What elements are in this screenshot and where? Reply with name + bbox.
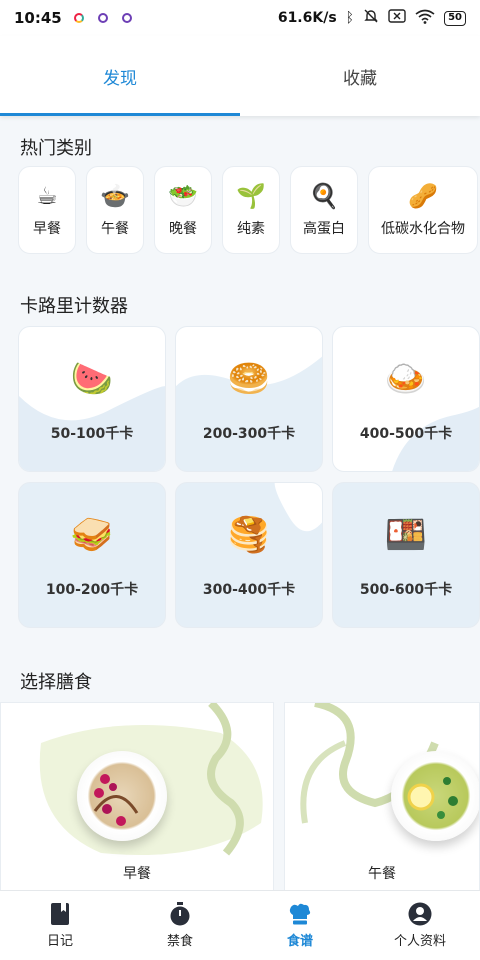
nav-label: 食谱 xyxy=(286,934,313,949)
top-tabs: 发现 收藏 xyxy=(0,36,480,116)
discover-content: 热门类别 ☕ 早餐 🍲 午餐 🥗 晚餐 🌱 纯素 🍳 高蛋白 🥜 低碳水化合物 … xyxy=(0,116,480,890)
meal-card-breakfast[interactable]: 早餐 xyxy=(0,702,274,890)
watermelon-icon: 🍉 xyxy=(70,359,114,399)
app-notification-icon xyxy=(73,13,84,23)
calorie-counter-title: 卡路里计数器 xyxy=(20,296,128,317)
nav-label: 日记 xyxy=(46,934,73,949)
calorie-card-500-600[interactable]: 🍱 500-600千卡 xyxy=(332,482,480,628)
calorie-range-label: 300-400千卡 xyxy=(202,582,296,598)
category-dinner[interactable]: 🥗 晚餐 xyxy=(154,166,212,254)
bagel-icon: 🥯 xyxy=(227,359,271,399)
bottom-nav: 日记 禁食 食谱 个人资料 xyxy=(0,890,480,960)
meal-select-list: 早餐 午餐 xyxy=(0,702,480,890)
nav-recipes[interactable]: 食谱 xyxy=(240,891,360,960)
nav-profile[interactable]: 个人资料 xyxy=(360,891,480,960)
status-time: 10:45 xyxy=(14,9,62,27)
tab-discover[interactable]: 发现 xyxy=(0,36,240,116)
battery-icon: 50 xyxy=(444,10,466,26)
category-label: 纯素 xyxy=(237,221,265,237)
calorie-range-label: 100-200千卡 xyxy=(45,582,139,598)
wave-decoration xyxy=(274,483,322,532)
profile-icon xyxy=(408,902,432,926)
category-breakfast[interactable]: ☕ 早餐 xyxy=(18,166,76,254)
category-label: 低碳水化合物 xyxy=(381,221,465,237)
calorie-card-200-300[interactable]: 🥯 200-300千卡 xyxy=(175,326,323,472)
sandwich-icon: 🥪 xyxy=(70,515,114,555)
meal-card-lunch[interactable]: 午餐 xyxy=(284,702,480,890)
chef-hat-icon xyxy=(289,903,311,925)
category-high-protein[interactable]: 🍳 高蛋白 xyxy=(290,166,358,254)
category-low-carb[interactable]: 🥜 低碳水化合物 xyxy=(368,166,478,254)
mute-bell-icon xyxy=(363,8,379,28)
pancakes-icon: 🥞 xyxy=(227,515,271,555)
frying-pan-icon: 🍳 xyxy=(309,182,339,210)
calorie-card-400-500[interactable]: 🍛 400-500千卡 xyxy=(332,326,480,472)
salad-icon: 🥗 xyxy=(168,182,198,210)
category-lunch[interactable]: 🍲 午餐 xyxy=(86,166,144,254)
calorie-card-100-200[interactable]: 🥪 100-200千卡 xyxy=(18,482,166,628)
curry-rice-icon: 🍛 xyxy=(384,359,428,399)
meal-label: 午餐 xyxy=(368,866,396,882)
lemon-icon xyxy=(407,777,458,819)
calorie-range-label: 500-600千卡 xyxy=(359,582,453,598)
wave-decoration xyxy=(176,327,322,387)
sim-off-icon xyxy=(388,9,406,27)
oatmeal-bowl-image xyxy=(77,751,167,841)
calorie-range-label: 50-100千卡 xyxy=(50,426,134,442)
status-bar: 10:45 61.6K/s ᛒ 50 xyxy=(0,0,480,36)
status-indicators: 61.6K/s ᛒ 50 xyxy=(278,8,466,28)
seedling-icon: 🌱 xyxy=(236,182,266,210)
diary-icon xyxy=(51,903,69,925)
wave-decoration xyxy=(19,386,165,471)
berries-icon xyxy=(93,774,139,826)
calorie-card-300-400[interactable]: 🥞 300-400千卡 xyxy=(175,482,323,628)
calorie-range-label: 400-500千卡 xyxy=(359,426,453,442)
stew-pot-icon: 🍲 xyxy=(100,182,130,210)
bento-box-icon: 🍱 xyxy=(384,515,428,555)
network-speed: 61.6K/s xyxy=(277,10,337,26)
nav-label: 个人资料 xyxy=(393,934,446,949)
coffee-cup-icon: ☕ xyxy=(36,182,58,210)
wave-decoration xyxy=(392,396,479,471)
hot-categories-title: 热门类别 xyxy=(20,138,92,159)
timer-icon xyxy=(170,902,190,926)
app-notification-icon xyxy=(121,13,132,23)
app-notification-icon xyxy=(97,13,108,23)
meal-select-title: 选择膳食 xyxy=(20,672,92,693)
hot-categories-list: ☕ 早餐 🍲 午餐 🥗 晚餐 🌱 纯素 🍳 高蛋白 🥜 低碳水化合物 xyxy=(18,166,478,254)
calorie-range-label: 200-300千卡 xyxy=(202,426,296,442)
category-label: 午餐 xyxy=(101,221,129,237)
bluetooth-icon: ᛒ xyxy=(345,10,355,26)
soup-bowl-image xyxy=(391,751,479,841)
nav-diary[interactable]: 日记 xyxy=(0,891,120,960)
tab-favorites[interactable]: 收藏 xyxy=(240,36,480,116)
category-label: 高蛋白 xyxy=(303,221,345,237)
nav-fasting[interactable]: 禁食 xyxy=(120,891,240,960)
category-label: 早餐 xyxy=(33,221,61,237)
peanut-icon: 🥜 xyxy=(408,182,438,210)
meal-label: 早餐 xyxy=(123,866,151,882)
category-vegan[interactable]: 🌱 纯素 xyxy=(222,166,280,254)
calorie-card-50-100[interactable]: 🍉 50-100千卡 xyxy=(18,326,166,472)
wifi-icon xyxy=(415,9,435,28)
nav-label: 禁食 xyxy=(166,934,193,949)
category-label: 晚餐 xyxy=(169,221,197,237)
